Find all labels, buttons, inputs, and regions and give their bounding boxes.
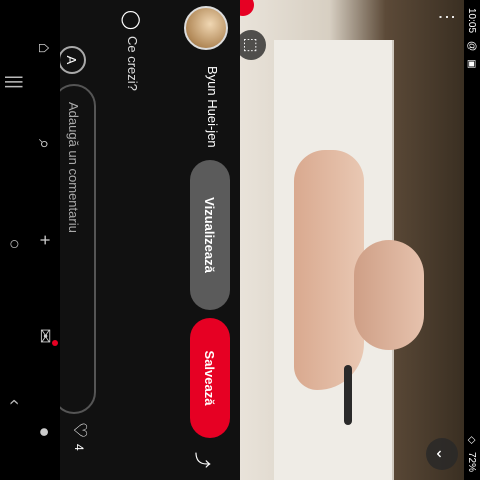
heart-icon[interactable]: ♡	[69, 422, 90, 438]
battery-level: 72%	[466, 451, 478, 472]
nav-messages-icon[interactable]: ✉	[30, 316, 60, 356]
comment-icon: ◯	[122, 10, 142, 31]
back-icon[interactable]: ‹	[5, 399, 26, 405]
video-scene-pen	[344, 365, 352, 425]
creator-row: Byun Huei-jen Vizualizează Salvează ⤴	[160, 0, 240, 480]
notification-badge	[52, 340, 58, 346]
comments-prompt: Ce crezi?	[125, 36, 140, 91]
comments-section: ◯ Ce crezi? A Adaugă un comentariu ♡ 4	[52, 0, 154, 480]
save-button[interactable]: Salvează	[190, 318, 230, 438]
nav-create-icon[interactable]: +	[30, 220, 60, 260]
status-bar: 10:05 @ ▣ ◇ 72%	[464, 0, 480, 480]
home-icon[interactable]: ○	[5, 239, 26, 250]
chevron-down-icon[interactable]: ⌄	[426, 438, 458, 470]
video-scene-hand-2	[354, 240, 424, 350]
nav-home-icon[interactable]: ⌂	[30, 28, 60, 68]
phone-screen: 10:05 @ ▣ ◇ 72% ⋮ ⬚ ⌄ Byun Huei-jen Vizu…	[0, 0, 480, 480]
system-nav-bar: ||| ○ ‹	[0, 0, 30, 480]
like-count: 4	[72, 444, 86, 451]
user-avatar: A	[58, 46, 86, 74]
share-icon[interactable]: ⤴	[192, 452, 216, 468]
video-player[interactable]: ⋮ ⬚ ⌄	[240, 0, 464, 480]
recording-indicator	[240, 0, 254, 16]
recents-icon[interactable]: |||	[5, 75, 26, 89]
notification-icon: @	[466, 41, 478, 52]
creator-avatar[interactable]	[184, 6, 228, 50]
media-icon: ▣	[466, 59, 478, 69]
creator-name[interactable]: Byun Huei-jen	[205, 66, 220, 148]
pin-details-panel: Byun Huei-jen Vizualizează Salvează ⤴ ◯ …	[52, 0, 240, 480]
status-time: 10:05	[466, 8, 478, 34]
bottom-nav: ⌂ ⌕ + ✉ ●	[30, 0, 60, 480]
nav-profile-icon[interactable]: ●	[30, 412, 60, 452]
nav-search-icon[interactable]: ⌕	[30, 124, 60, 164]
more-options-icon[interactable]: ⋮	[436, 6, 458, 28]
visual-search-icon[interactable]: ⬚	[240, 30, 266, 60]
wifi-icon: ◇	[466, 436, 478, 444]
visit-button[interactable]: Vizualizează	[190, 160, 230, 310]
